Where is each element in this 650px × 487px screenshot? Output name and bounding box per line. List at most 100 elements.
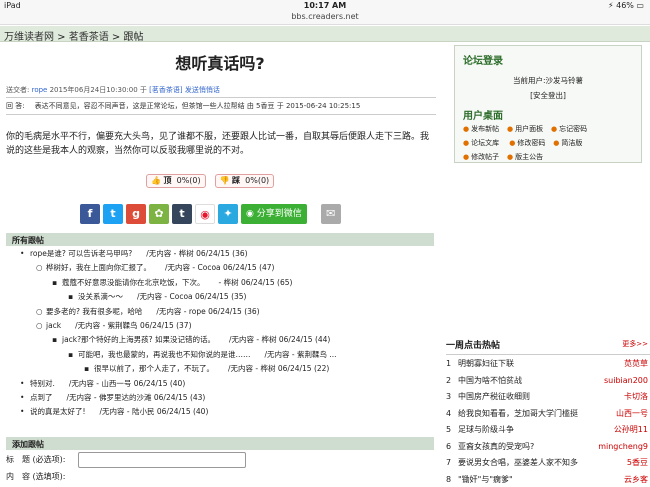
menu-post-new[interactable]: ● 发布新帖: [463, 122, 507, 136]
menu-moderator-notice[interactable]: ● 版主公告: [507, 150, 551, 164]
reply-row[interactable]: ▪ 很早以前了，那个人走了，不玩了。 /无内容 - 桦树 06/24/15 (22): [6, 362, 434, 376]
hot-post-author[interactable]: suibian200: [604, 373, 648, 390]
battery-indicator: ⚡ 46% ▭: [607, 1, 644, 10]
reply-title[interactable]: 要多老的? 我有很多呢，哈哈: [46, 307, 142, 316]
add-reply-header: 添加跟帖: [6, 437, 434, 450]
reply-row[interactable]: ▪ 蔻蔻不好意思没能请你在北京吃饭，下次。 - 桦树 06/24/15 (65): [6, 276, 434, 290]
reply-title[interactable]: 特别对.: [30, 379, 55, 388]
breadcrumb-site[interactable]: 万维读者网: [4, 32, 54, 43]
hot-post-item[interactable]: 6 亚裔女孩真的受宠吗? mingcheng9: [446, 439, 650, 456]
hot-post-author[interactable]: 卡切洛: [624, 389, 648, 406]
reply-title[interactable]: 点到了: [30, 393, 53, 402]
hot-post-author[interactable]: 苋苋草: [624, 356, 648, 373]
wechat-share-button[interactable]: ◉ 分享到微信: [241, 204, 307, 224]
reply-to-text[interactable]: 表达不同意见，容忍不同声音，这是正常论坛，但茶馆一些人拉帮结 由 5香豆 于 2…: [35, 102, 361, 110]
bullet-icon: ●: [507, 125, 514, 133]
bullet: ▪: [68, 292, 74, 302]
breadcrumb-forum[interactable]: 茗香茶语: [69, 32, 109, 43]
reply-row[interactable]: ○ 要多老的? 我有很多呢，哈哈/无内容 - rope 06/24/15 (36): [6, 305, 434, 319]
hot-post-title[interactable]: 足球与阶级斗争: [458, 425, 514, 434]
menu-change-password[interactable]: ● 修改密码: [509, 136, 553, 150]
hot-post-item[interactable]: 7 要说男女合唱，巫婆差人家不知多 5香豆: [446, 455, 650, 472]
reply-row[interactable]: ▪ 可能吧，我也最蒙的，再说我也不知你说的是谁…… /无内容 - 紫荆鞣鸟 ...: [6, 348, 434, 362]
title-row: 标 题 (必选项):: [6, 452, 434, 469]
reply-row[interactable]: ○ jack/无内容 - 紫荆鞣鸟 06/24/15 (37): [6, 319, 434, 333]
reply-title[interactable]: 蔻蔻不好意思没能请你在北京吃饭，下次。: [62, 278, 205, 287]
reply-info: /无内容 - rope 06/24/15 (36): [156, 306, 260, 316]
breadcrumb-page: 跟帖: [123, 32, 144, 43]
bullet: •: [20, 393, 25, 403]
author-link[interactable]: rope: [32, 86, 48, 94]
reply-row[interactable]: ▪ 没关系滴～～ /无内容 - Cocoa 06/24/15 (35): [6, 290, 434, 304]
rank: 5: [446, 425, 452, 434]
tumblr-icon[interactable]: t: [172, 204, 192, 224]
hot-post-item[interactable]: 2 中国为啥不怕贫战 suibian200: [446, 373, 650, 390]
hot-post-author[interactable]: 5香豆: [627, 455, 648, 472]
qzone-icon[interactable]: ✦: [218, 204, 238, 224]
reply-row[interactable]: ▪ jack?那个特好的上海男孩? 如果没记错的话。 /无内容 - 桦树 06/24…: [6, 333, 434, 347]
reply-title[interactable]: 很早以前了，那个人走了，不玩了。: [94, 364, 214, 373]
share-row: f t g ✿ t ◉ ✦ ◉ 分享到微信 ✉: [80, 204, 344, 224]
upvote-button[interactable]: 👍 顶 0%(0): [146, 174, 206, 188]
hot-post-title[interactable]: 明朝寡妇征下联: [458, 359, 514, 368]
reply-title[interactable]: 没关系滴～～: [78, 292, 123, 301]
email-icon[interactable]: ✉: [320, 204, 341, 224]
reply-title[interactable]: 说的真是太好了!: [30, 407, 86, 416]
hot-post-author[interactable]: 山西一号: [616, 406, 648, 423]
menu-user-panel[interactable]: ● 用户面板: [507, 122, 551, 136]
reply-to-line: 回 答: 表达不同意见，容忍不同声音，这是正常论坛，但茶馆一些人拉帮结 由 5香豆…: [6, 101, 436, 115]
reply-title[interactable]: 桦树好，我在上面向你汇报了。: [46, 263, 151, 272]
hot-post-author[interactable]: 云乡客: [624, 472, 648, 487]
windows-icon[interactable]: ✿: [149, 204, 169, 224]
reply-info: /无内容 - 山西一号 06/24/15 (40): [68, 378, 186, 388]
forum-link[interactable]: [茗香茶语]: [149, 86, 182, 94]
google-plus-icon[interactable]: g: [126, 204, 146, 224]
hot-post-item[interactable]: 1 明朝寡妇征下联 苋苋草: [446, 356, 650, 373]
twitter-icon[interactable]: t: [103, 204, 123, 224]
reply-row[interactable]: • 说的真是太好了! /无内容 - 陆小民 06/24/15 (40): [6, 405, 434, 419]
reply-row[interactable]: • 特别对. /无内容 - 山西一号 06/24/15 (40): [6, 377, 434, 391]
desk-menu: ● 发布新帖 ● 用户面板 ● 忘记密码● 论坛文库 ● 修改密码 ● 简洁版● 修改帖子 ● 版主公告: [455, 122, 641, 164]
reply-title[interactable]: jack: [46, 321, 61, 330]
private-message-link[interactable]: 发送悄悄话: [185, 86, 220, 94]
wechat-share-label: 分享到微信: [256, 209, 302, 219]
hot-post-title[interactable]: 中国房产税征收细则: [458, 392, 530, 401]
hot-post-title[interactable]: 要说男女合唱，巫婆差人家不知多: [458, 458, 578, 467]
reply-title[interactable]: 可能吧，我也最蒙的，再说我也不知你说的是谁……: [78, 350, 251, 359]
reply-row[interactable]: • rope是谁? 可以告诉老马甲吗? /无内容 - 桦树 06/24/15 (36…: [6, 247, 434, 261]
bullet: ▪: [52, 277, 58, 287]
replies-header: 所有跟帖: [6, 233, 434, 246]
hot-post-title[interactable]: 亚裔女孩真的受宠吗?: [458, 442, 534, 451]
reply-title[interactable]: rope是谁? 可以告诉老马甲吗?: [30, 249, 132, 258]
menu-edit-post[interactable]: ● 修改帖子: [463, 150, 507, 164]
hot-post-item[interactable]: 5 足球与阶级斗争 公孙明11: [446, 422, 650, 439]
facebook-icon[interactable]: f: [80, 204, 100, 224]
url-bar[interactable]: bbs.creaders.net: [0, 12, 650, 25]
reply-row[interactable]: • 点到了/无内容 - 佛罗里达的沙滩 06/24/15 (43): [6, 391, 434, 405]
menu-label: 版主公告: [515, 153, 544, 161]
reply-info: /无内容 - Cocoa 06/24/15 (35): [137, 292, 247, 302]
rank: 4: [446, 408, 452, 418]
weibo-icon[interactable]: ◉: [195, 204, 215, 224]
hot-post-item[interactable]: 3 中国房产税征收细则 卡切洛: [446, 389, 650, 406]
bullet: ▪: [68, 349, 74, 359]
more-link[interactable]: 更多>>: [622, 339, 648, 349]
hot-post-item[interactable]: 8 "锄奸"与"瘸爹" 云乡客: [446, 472, 650, 487]
hot-post-title[interactable]: "锄奸"与"瘸爹": [458, 475, 513, 484]
downvote-button[interactable]: 👎 踩 0%(0): [214, 174, 275, 188]
menu-library[interactable]: ● 论坛文库: [463, 136, 507, 150]
reply-title[interactable]: jack?那个特好的上海男孩? 如果没记错的话。: [62, 335, 215, 344]
hot-post-item[interactable]: 4 给我良知看看，芝加哥大学门槛挺 山西一号: [446, 406, 650, 423]
reply-info: /无内容 - 紫荆鞣鸟 06/24/15 (37): [75, 321, 192, 331]
reply-row[interactable]: ○ 桦树好，我在上面向你汇报了。 /无内容 - Cocoa 06/24/15 (47…: [6, 261, 434, 275]
menu-forgot-password[interactable]: ● 忘记密码: [551, 122, 595, 136]
hot-post-author[interactable]: 公孙明11: [614, 422, 648, 439]
hot-post-title[interactable]: 中国为啥不怕贫战: [458, 376, 522, 385]
content-label: 内 容 (选填项):: [6, 472, 66, 481]
reply-form: 标 题 (必选项): 内 容 (选填项):: [6, 452, 434, 486]
hot-post-author[interactable]: mingcheng9: [598, 439, 648, 456]
menu-simple-version[interactable]: ● 简洁版: [553, 136, 597, 150]
logout-link[interactable]: [安全登出]: [455, 90, 641, 101]
hot-post-title[interactable]: 给我良知看看，芝加哥大学门槛挺: [458, 409, 578, 418]
title-input[interactable]: [78, 452, 246, 468]
